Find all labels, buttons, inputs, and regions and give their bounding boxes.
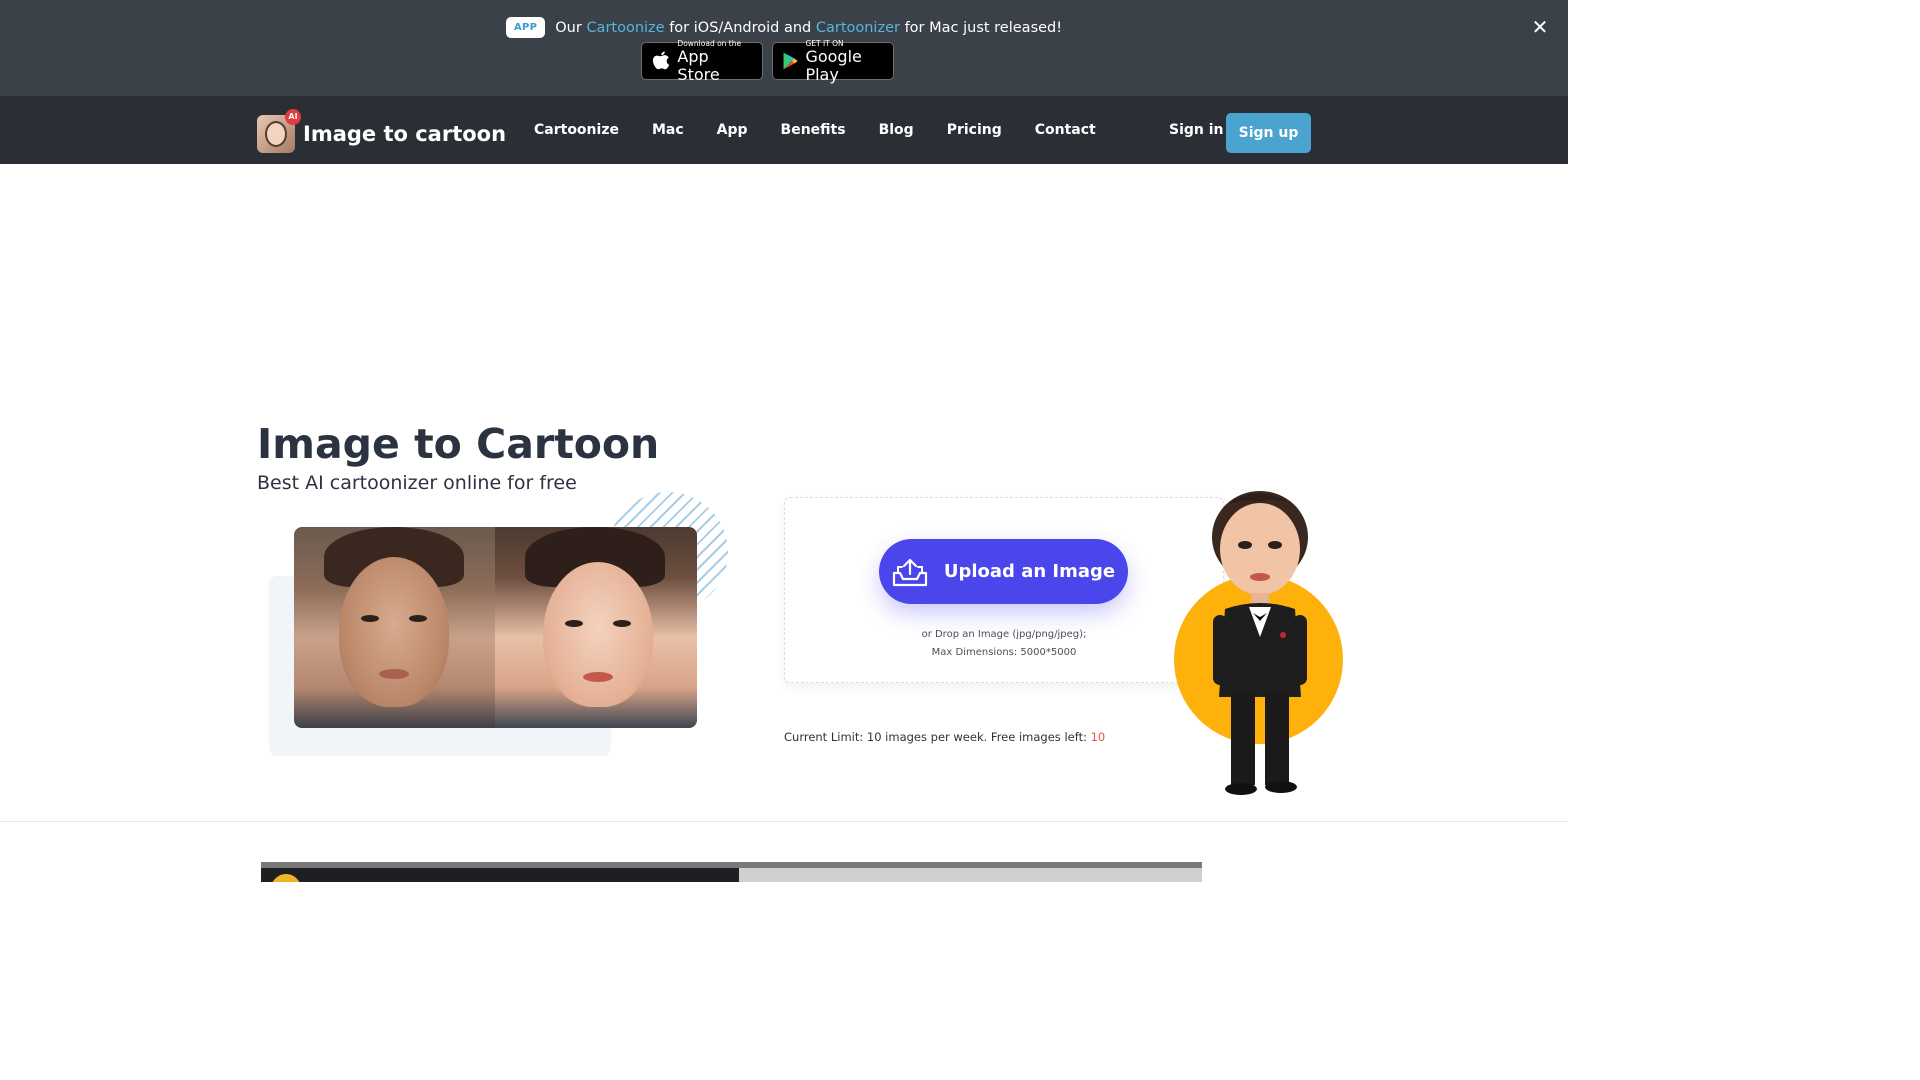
cartoon-lips — [583, 672, 613, 682]
usage-limit-text: Current Limit: 10 images per week. Free … — [784, 730, 1091, 744]
app-store-text: Download on the App Store — [677, 39, 754, 84]
section-divider — [0, 821, 1568, 822]
cartoon-face — [543, 562, 653, 707]
nav-link-pricing[interactable]: Pricing — [947, 122, 1002, 138]
upload-tray-icon — [892, 558, 927, 586]
cartoon-right-eye — [613, 620, 631, 627]
ai-badge: AI — [285, 109, 301, 125]
drop-instructions: or Drop an Image (jpg/png/jpeg); Max Dim… — [784, 626, 1224, 662]
nav-link-app[interactable]: App — [717, 122, 748, 138]
top-navigation: AI Image to cartoon Cartoonize Mac App B… — [0, 96, 1568, 164]
original-right-eye — [409, 615, 427, 622]
apple-icon — [652, 51, 670, 70]
upload-image-button[interactable]: Upload an Image — [879, 539, 1128, 604]
page-subtitle: Best AI cartoonizer online for free — [257, 472, 577, 494]
video-preview[interactable] — [261, 862, 1202, 882]
announcement-mid: for iOS/Android and — [664, 19, 816, 36]
nav-links: Cartoonize Mac App Benefits Blog Pricing… — [534, 96, 1096, 164]
store-buttons: Download on the App Store GET IT ON Goog… — [641, 39, 894, 83]
google-play-big-text: Google Play — [805, 46, 862, 84]
google-play-text: GET IT ON Google Play — [805, 39, 885, 84]
sign-in-link[interactable]: Sign in — [1169, 122, 1224, 138]
announcement-suffix: for Mac just released! — [899, 19, 1063, 36]
usage-limit: Current Limit: 10 images per week. Free … — [784, 730, 1105, 744]
google-play-button[interactable]: GET IT ON Google Play — [772, 39, 894, 83]
cartoonize-link[interactable]: Cartoonize — [586, 20, 664, 36]
original-left-eye — [361, 615, 379, 622]
brand-logo[interactable]: AI Image to cartoon — [257, 109, 507, 153]
announcement-bar: APP Our Cartoonize for iOS/Android and C… — [0, 0, 1568, 96]
logo-image: AI — [257, 109, 301, 153]
announcement-prefix: Our — [555, 19, 587, 36]
logo-face — [265, 121, 287, 147]
nav-link-mac[interactable]: Mac — [652, 122, 684, 138]
announcement-line: APP Our Cartoonize for iOS/Android and C… — [0, 17, 1568, 38]
cartoon-left-eye — [565, 620, 583, 627]
original-face — [339, 557, 449, 707]
sign-up-button[interactable]: Sign up — [1226, 113, 1311, 153]
drop-line-formats: or Drop an Image (jpg/png/jpeg); — [921, 629, 1087, 640]
google-play-icon — [783, 52, 798, 70]
before-after-image — [294, 527, 697, 728]
nav-link-contact[interactable]: Contact — [1035, 122, 1096, 138]
nav-link-benefits[interactable]: Benefits — [781, 122, 846, 138]
original-photo — [294, 527, 495, 728]
upload-button-label: Upload an Image — [943, 561, 1116, 582]
video-frame-right — [739, 868, 1202, 882]
nav-link-blog[interactable]: Blog — [879, 122, 914, 138]
cartoon-photo — [495, 527, 697, 728]
brand-name: Image to cartoon — [303, 122, 507, 146]
drop-line-dimensions: Max Dimensions: 5000*5000 — [931, 647, 1077, 658]
close-icon[interactable]: ✕ — [1530, 17, 1550, 37]
video-channel-avatar — [271, 874, 301, 882]
cartoonizer-link[interactable]: Cartoonizer — [816, 20, 900, 36]
nav-link-cartoonize[interactable]: Cartoonize — [534, 122, 619, 138]
original-lips — [379, 669, 409, 679]
cartoon-mascot-illustration — [1212, 491, 1308, 795]
free-images-left: 10 — [1090, 730, 1106, 744]
app-store-button[interactable]: Download on the App Store — [641, 39, 763, 83]
page-title: Image to Cartoon — [257, 420, 660, 468]
app-badge: APP — [505, 17, 546, 38]
app-store-big-text: App Store — [677, 46, 720, 84]
announcement-text: Our Cartoonize for iOS/Android and Carto… — [555, 20, 1062, 36]
